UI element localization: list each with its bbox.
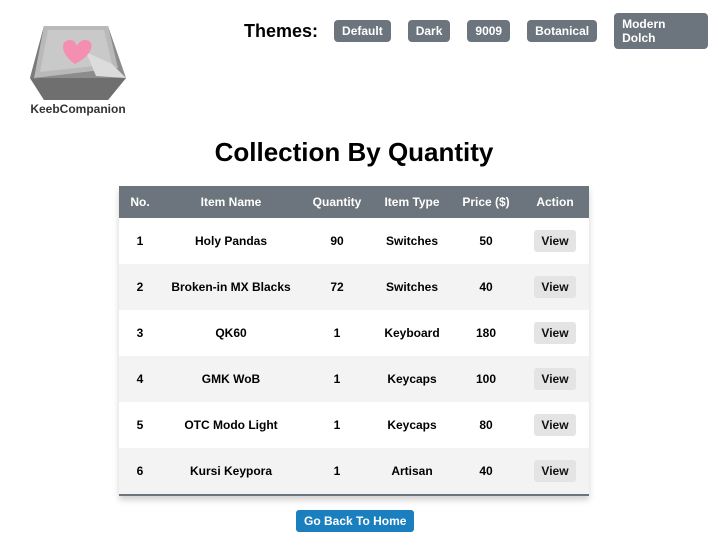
view-button[interactable]: View (534, 276, 576, 298)
column-header-no: No. (119, 186, 161, 218)
logo[interactable]: KeebCompanion (22, 22, 134, 118)
cell-item-name: QK60 (161, 310, 301, 356)
cell-price: 50 (451, 218, 521, 264)
cell-item-name: Holy Pandas (161, 218, 301, 264)
cell-price: 100 (451, 356, 521, 402)
column-header-item-type: Item Type (373, 186, 451, 218)
cell-no: 5 (119, 402, 161, 448)
cell-no: 6 (119, 448, 161, 494)
cell-action: View (521, 310, 589, 356)
cell-price: 40 (451, 264, 521, 310)
cell-action: View (521, 356, 589, 402)
logo-text: KeebCompanion (30, 102, 126, 116)
cell-no: 3 (119, 310, 161, 356)
cell-price: 80 (451, 402, 521, 448)
cell-quantity: 72 (301, 264, 373, 310)
view-button[interactable]: View (534, 230, 576, 252)
column-header-item-name: Item Name (161, 186, 301, 218)
cell-item-name: Kursi Keypora (161, 448, 301, 494)
cell-action: View (521, 264, 589, 310)
cell-quantity: 1 (301, 448, 373, 494)
cell-item-type: Switches (373, 218, 451, 264)
cell-price: 180 (451, 310, 521, 356)
cell-no: 4 (119, 356, 161, 402)
view-button[interactable]: View (534, 460, 576, 482)
cell-item-type: Keycaps (373, 402, 451, 448)
theme-dark-button[interactable]: Dark (407, 20, 451, 42)
keycap-heart-icon (30, 26, 126, 100)
themes-label: Themes: (244, 20, 319, 41)
column-header-price: Price ($) (451, 186, 521, 218)
table-row: 5 OTC Modo Light 1 Keycaps 80 View (119, 402, 589, 448)
cell-quantity: 1 (301, 356, 373, 402)
cell-item-type: Switches (373, 264, 451, 310)
page-title: Collection By Quantity (214, 137, 494, 167)
cell-item-type: Keyboard (373, 310, 451, 356)
theme-botanical-button[interactable]: Botanical (527, 20, 598, 42)
cell-action: View (521, 218, 589, 264)
cell-item-type: Artisan (373, 448, 451, 494)
view-button[interactable]: View (534, 322, 576, 344)
cell-quantity: 1 (301, 402, 373, 448)
table-row: 4 GMK WoB 1 Keycaps 100 View (119, 356, 589, 402)
view-button[interactable]: View (534, 368, 576, 390)
theme-switcher: Themes: Default Dark 9009 Botanical Mode… (244, 13, 708, 49)
cell-item-name: GMK WoB (161, 356, 301, 402)
cell-action: View (521, 448, 589, 494)
table-row: 2 Broken-in MX Blacks 72 Switches 40 Vie… (119, 264, 589, 310)
cell-price: 40 (451, 448, 521, 494)
theme-modern-dolch-button[interactable]: Modern Dolch (614, 13, 708, 49)
table-row: 3 QK60 1 Keyboard 180 View (119, 310, 589, 356)
column-header-action: Action (521, 186, 589, 218)
cell-item-name: Broken-in MX Blacks (161, 264, 301, 310)
cell-item-type: Keycaps (373, 356, 451, 402)
cell-quantity: 1 (301, 310, 373, 356)
theme-9009-button[interactable]: 9009 (467, 20, 511, 42)
theme-default-button[interactable]: Default (334, 20, 391, 42)
cell-quantity: 90 (301, 218, 373, 264)
collection-table: No. Item Name Quantity Item Type Price (… (119, 186, 589, 496)
cell-no: 1 (119, 218, 161, 264)
cell-action: View (521, 402, 589, 448)
table-row: 1 Holy Pandas 90 Switches 50 View (119, 218, 589, 264)
table-header-row: No. Item Name Quantity Item Type Price (… (119, 186, 589, 218)
table-row: 6 Kursi Keypora 1 Artisan 40 View (119, 448, 589, 494)
go-back-home-button[interactable]: Go Back To Home (296, 510, 415, 532)
page: KeebCompanion Themes: Default Dark 9009 … (0, 0, 708, 551)
column-header-quantity: Quantity (301, 186, 373, 218)
cell-item-name: OTC Modo Light (161, 402, 301, 448)
cell-no: 2 (119, 264, 161, 310)
view-button[interactable]: View (534, 414, 576, 436)
